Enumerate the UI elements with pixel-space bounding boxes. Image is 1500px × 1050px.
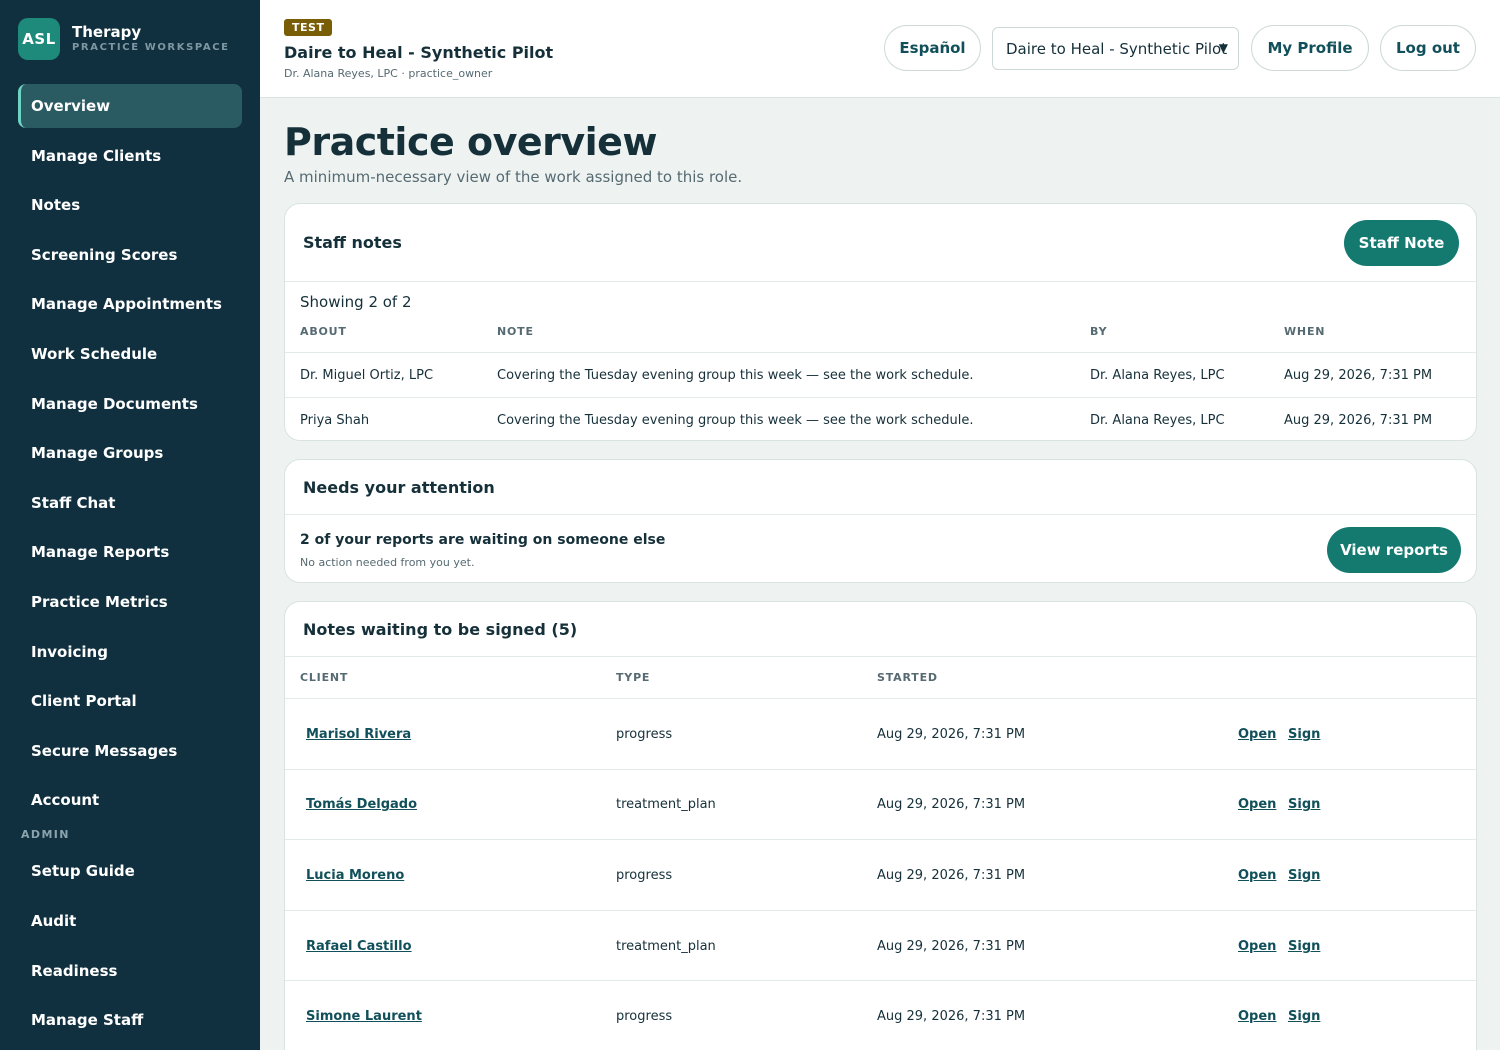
sidebar-section-admin: ADMIN (21, 828, 70, 842)
practice-select-value: Daire to Heal - Synthetic Pilot (1006, 39, 1228, 58)
divider (285, 769, 1476, 770)
sidebar-item-secure-messages[interactable]: Secure Messages (18, 729, 242, 773)
sign-link[interactable]: Sign (1288, 1009, 1320, 1024)
open-link[interactable]: Open (1238, 727, 1276, 742)
divider (285, 980, 1476, 981)
staff-note-button[interactable]: Staff Note (1344, 220, 1459, 266)
client-link[interactable]: Simone Laurent (306, 1009, 422, 1024)
cell-started: Aug 29, 2026, 7:31 PM (877, 1009, 1026, 1024)
staff-notes-card: Staff notes Staff Note Showing 2 of 2 AB… (284, 203, 1477, 441)
brand-name: Therapy (72, 23, 142, 41)
column-header-note: NOTE (497, 325, 534, 338)
attention-detail: No action needed from you yet. (300, 556, 475, 569)
divider (285, 397, 1476, 398)
language-button[interactable]: Español (884, 25, 981, 71)
user-role-line: Dr. Alana Reyes, LPC · practice_owner (284, 67, 493, 80)
divider (285, 281, 1476, 282)
cell-note: Covering the Tuesday evening group this … (497, 413, 974, 428)
cell-type: progress (616, 868, 673, 883)
showing-count: Showing 2 of 2 (300, 293, 412, 311)
attention-message: 2 of your reports are waiting on someone… (300, 532, 666, 548)
chevron-down-icon: ▼ (1218, 41, 1228, 55)
attention-card: Needs your attention 2 of your reports a… (284, 459, 1477, 583)
sidebar-item-audit[interactable]: Audit (18, 899, 242, 943)
column-header-started: STARTED (877, 671, 938, 684)
cell-type: progress (616, 1009, 673, 1024)
sign-link[interactable]: Sign (1288, 939, 1320, 954)
cell-about: Dr. Miguel Ortiz, LPC (300, 368, 434, 383)
cell-type: treatment_plan (616, 797, 716, 812)
column-header-type: TYPE (616, 671, 651, 684)
sidebar-item-overview[interactable]: Overview (18, 84, 242, 128)
cell-by: Dr. Alana Reyes, LPC (1090, 368, 1225, 383)
sidebar-item-manage-appointments[interactable]: Manage Appointments (18, 282, 242, 326)
sidebar-item-client-portal[interactable]: Client Portal (18, 679, 242, 723)
sidebar-item-account[interactable]: Account (18, 778, 242, 822)
column-header-when: WHEN (1284, 325, 1326, 338)
sidebar-item-manage-documents[interactable]: Manage Documents (18, 382, 242, 426)
sidebar-item-manage-clients[interactable]: Manage Clients (18, 134, 242, 178)
cell-when: Aug 29, 2026, 7:31 PM (1284, 413, 1433, 428)
cell-started: Aug 29, 2026, 7:31 PM (877, 868, 1026, 883)
sidebar-item-setup-guide[interactable]: Setup Guide (18, 849, 242, 893)
divider (285, 910, 1476, 911)
sidebar-item-staff-chat[interactable]: Staff Chat (18, 481, 242, 525)
column-header-by: BY (1090, 325, 1108, 338)
cell-started: Aug 29, 2026, 7:31 PM (877, 797, 1026, 812)
cell-started: Aug 29, 2026, 7:31 PM (877, 727, 1026, 742)
open-link[interactable]: Open (1238, 797, 1276, 812)
cell-by: Dr. Alana Reyes, LPC (1090, 413, 1225, 428)
cell-type: treatment_plan (616, 939, 716, 954)
divider (285, 352, 1476, 353)
cell-when: Aug 29, 2026, 7:31 PM (1284, 368, 1433, 383)
client-link[interactable]: Rafael Castillo (306, 939, 412, 954)
brand: ASL Therapy PRACTICE WORKSPACE (0, 0, 260, 78)
cell-type: progress (616, 727, 673, 742)
logout-button[interactable]: Log out (1380, 25, 1476, 71)
top-header: TEST Daire to Heal - Synthetic Pilot Dr.… (260, 0, 1500, 98)
sidebar-nav: Overview Manage Clients Notes Screening … (0, 84, 260, 1042)
open-link[interactable]: Open (1238, 1009, 1276, 1024)
cell-started: Aug 29, 2026, 7:31 PM (877, 939, 1026, 954)
sidebar-item-practice-metrics[interactable]: Practice Metrics (18, 580, 242, 624)
open-link[interactable]: Open (1238, 939, 1276, 954)
cell-note: Covering the Tuesday evening group this … (497, 368, 974, 383)
sidebar-item-readiness[interactable]: Readiness (18, 949, 242, 993)
unsigned-notes-card: Notes waiting to be signed (5) CLIENT TY… (284, 601, 1477, 1050)
cell-about: Priya Shah (300, 413, 370, 428)
practice-name: Daire to Heal - Synthetic Pilot (284, 43, 554, 62)
my-profile-button[interactable]: My Profile (1251, 25, 1369, 71)
divider (285, 839, 1476, 840)
view-reports-button[interactable]: View reports (1327, 527, 1461, 573)
practice-select[interactable]: Daire to Heal - Synthetic Pilot ▼ (992, 27, 1239, 70)
sign-link[interactable]: Sign (1288, 868, 1320, 883)
sidebar-item-manage-staff[interactable]: Manage Staff (18, 998, 242, 1042)
unsigned-notes-title: Notes waiting to be signed (5) (303, 620, 578, 639)
sign-link[interactable]: Sign (1288, 727, 1320, 742)
client-link[interactable]: Tomás Delgado (306, 797, 417, 812)
sidebar-item-screening-scores[interactable]: Screening Scores (18, 233, 242, 277)
column-header-client: CLIENT (300, 671, 349, 684)
divider (285, 656, 1476, 657)
page-title: Practice overview (284, 120, 658, 164)
divider (285, 698, 1476, 699)
sidebar-item-notes[interactable]: Notes (18, 183, 242, 227)
column-header-about: ABOUT (300, 325, 347, 338)
attention-title: Needs your attention (303, 478, 495, 497)
staff-notes-title: Staff notes (303, 233, 402, 252)
page-subtitle: A minimum-necessary view of the work ass… (284, 168, 743, 186)
brand-subtitle: PRACTICE WORKSPACE (72, 42, 230, 53)
sign-link[interactable]: Sign (1288, 797, 1320, 812)
sidebar-item-manage-groups[interactable]: Manage Groups (18, 431, 242, 475)
logo: ASL (18, 18, 60, 60)
divider (285, 514, 1476, 515)
sidebar-item-work-schedule[interactable]: Work Schedule (18, 332, 242, 376)
test-badge: TEST (284, 19, 333, 36)
open-link[interactable]: Open (1238, 868, 1276, 883)
sidebar: ASL Therapy PRACTICE WORKSPACE Overview … (0, 0, 260, 1050)
client-link[interactable]: Lucia Moreno (306, 868, 404, 883)
client-link[interactable]: Marisol Rivera (306, 727, 411, 742)
sidebar-item-manage-reports[interactable]: Manage Reports (18, 530, 242, 574)
sidebar-item-invoicing[interactable]: Invoicing (18, 630, 242, 674)
